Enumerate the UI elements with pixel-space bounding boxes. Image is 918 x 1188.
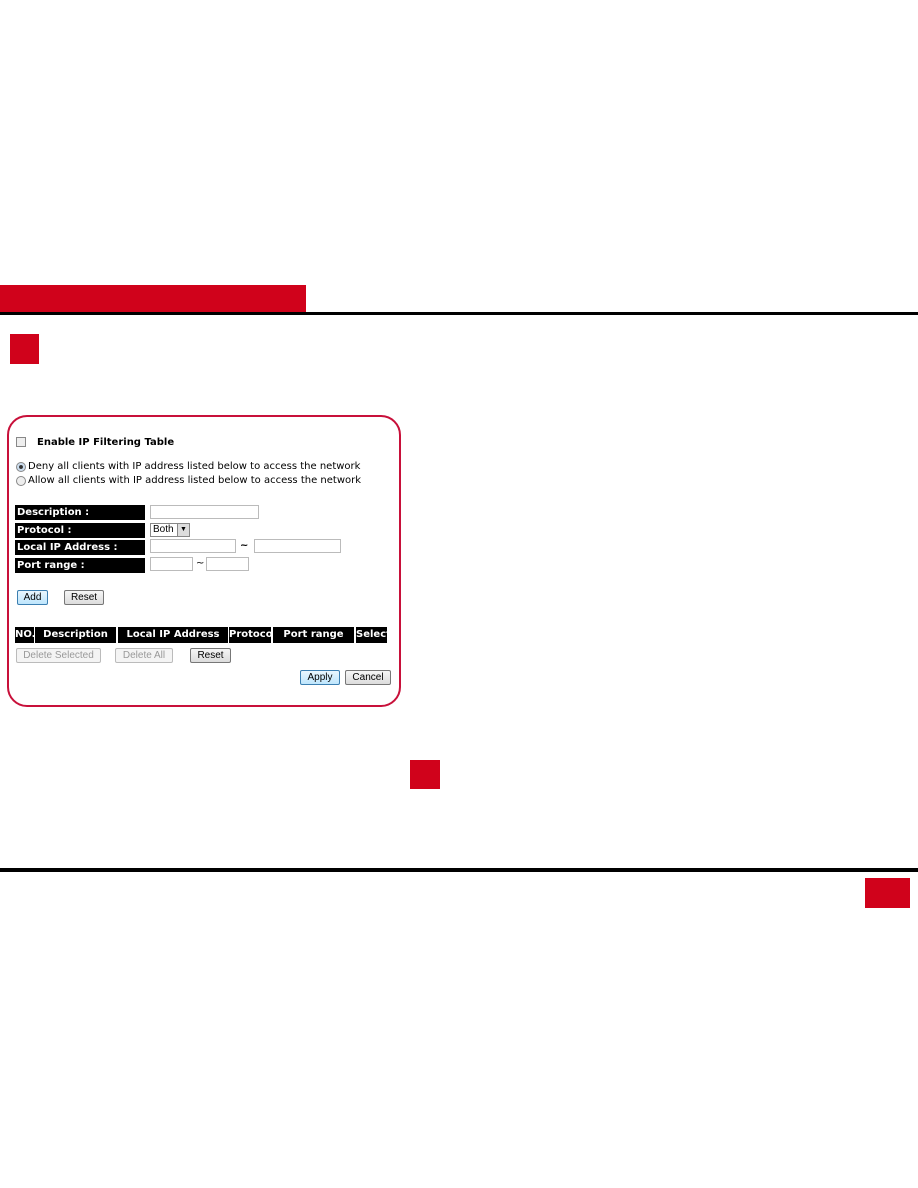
local-ip-start-input[interactable] xyxy=(150,539,236,553)
deny-label: Deny all clients with IP address listed … xyxy=(28,461,361,472)
local-ip-label: Local IP Address : xyxy=(15,540,145,555)
col-local-ip: Local IP Address xyxy=(118,627,228,643)
protocol-label: Protocol : xyxy=(15,523,145,538)
page-number-box xyxy=(865,878,910,908)
header-red-bar xyxy=(0,285,306,313)
enable-checkbox[interactable] xyxy=(16,437,26,447)
chevron-down-icon[interactable]: ▼ xyxy=(177,524,189,536)
delete-selected-button[interactable]: Delete Selected xyxy=(16,648,101,663)
apply-button[interactable]: Apply xyxy=(300,670,340,685)
port-start-input[interactable] xyxy=(150,557,193,571)
port-end-input[interactable] xyxy=(206,557,249,571)
protocol-value: Both xyxy=(153,524,174,535)
col-description: Description xyxy=(35,627,116,643)
delete-all-button[interactable]: Delete All xyxy=(115,648,173,663)
enable-label: Enable IP Filtering Table xyxy=(37,437,175,448)
description-input[interactable] xyxy=(150,505,259,519)
col-protocol: Protocol xyxy=(229,627,271,643)
port-range-label: Port range : xyxy=(15,558,145,573)
section-marker xyxy=(10,334,39,364)
footer-rule xyxy=(0,868,918,872)
allow-label: Allow all clients with IP address listed… xyxy=(28,475,362,486)
local-ip-end-input[interactable] xyxy=(254,539,341,553)
deny-radio[interactable] xyxy=(16,462,26,472)
col-select: Select xyxy=(356,627,387,643)
port-range-separator: ~ xyxy=(196,558,205,569)
add-button[interactable]: Add xyxy=(17,590,48,605)
col-port-range: Port range xyxy=(273,627,354,643)
ip-range-separator: ~ xyxy=(240,540,249,551)
section-marker-2 xyxy=(410,760,440,789)
header-rule xyxy=(0,312,918,315)
description-label: Description : xyxy=(15,505,145,520)
reset-table-button[interactable]: Reset xyxy=(190,648,231,663)
allow-radio[interactable] xyxy=(16,476,26,486)
protocol-select[interactable]: Both ▼ xyxy=(150,523,190,537)
reset-form-button[interactable]: Reset xyxy=(64,590,104,605)
cancel-button[interactable]: Cancel xyxy=(345,670,391,685)
col-no: NO. xyxy=(15,627,34,643)
